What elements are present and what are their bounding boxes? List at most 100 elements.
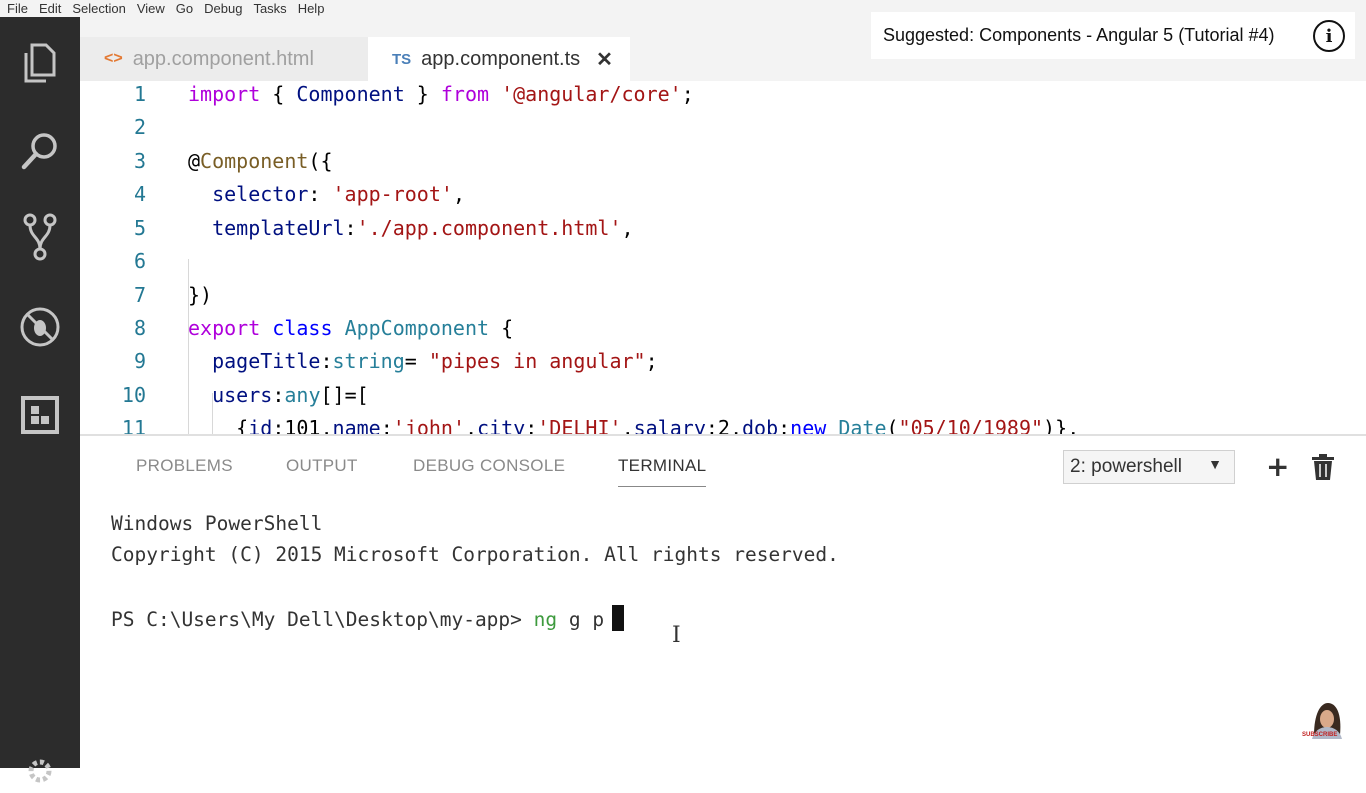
- code-token: Date: [838, 416, 887, 435]
- code-editor[interactable]: 1 import { Component } from '@angular/cor…: [80, 81, 1366, 435]
- code-token: name: [332, 416, 381, 435]
- code-line[interactable]: 8 export class AppComponent {: [80, 316, 1366, 350]
- code-token: {: [489, 316, 514, 340]
- trash-icon[interactable]: [1312, 454, 1336, 482]
- menu-view[interactable]: View: [137, 0, 165, 17]
- tab-label: app.component.html: [132, 47, 314, 70]
- code-token: :: [344, 216, 357, 240]
- code-token: '@angular/core': [501, 82, 682, 106]
- code-token: 'john': [392, 416, 465, 435]
- code-token: string: [332, 349, 405, 373]
- code-token: templateUrl: [212, 216, 345, 240]
- code-text: templateUrl:'./app.component.html',: [188, 216, 634, 240]
- new-terminal-button[interactable]: +: [1266, 452, 1289, 482]
- menu-tasks[interactable]: Tasks: [253, 0, 286, 17]
- menu-selection[interactable]: Selection: [72, 0, 125, 17]
- code-token: :2,: [705, 416, 742, 435]
- search-icon[interactable]: [18, 129, 62, 173]
- code-token: salary: [633, 416, 706, 435]
- code-text: export class AppComponent {: [188, 316, 513, 340]
- code-line[interactable]: 5 templateUrl:'./app.component.html',: [80, 216, 1366, 250]
- suggested-video-title: Suggested: Components - Angular 5 (Tutor…: [883, 25, 1275, 45]
- code-token: :: [778, 416, 791, 435]
- code-token: ;: [645, 349, 658, 373]
- source-control-icon[interactable]: [18, 213, 62, 261]
- code-token: ({: [308, 149, 333, 173]
- subscribe-avatar[interactable]: SUBSCRIBE: [1302, 699, 1346, 743]
- code-token: city: [477, 416, 526, 435]
- info-icon[interactable]: i: [1313, 20, 1345, 52]
- menu-help[interactable]: Help: [298, 0, 325, 17]
- extensions-icon[interactable]: [18, 393, 62, 437]
- debug-icon[interactable]: [18, 305, 62, 349]
- code-line[interactable]: 4 selector: 'app-root',: [80, 182, 1366, 216]
- line-number: 10: [121, 383, 146, 407]
- terminal-line: Windows PowerShell: [111, 512, 323, 535]
- terminal-cursor: [612, 605, 625, 631]
- code-token: any: [284, 383, 321, 407]
- code-token: Component: [296, 82, 405, 106]
- code-token: pageTitle: [212, 349, 321, 373]
- code-token: ,: [621, 216, 634, 240]
- code-token: []=[: [320, 383, 369, 407]
- code-text: @Component({: [188, 149, 333, 173]
- code-token: users: [212, 383, 273, 407]
- terminal-prompt: PS C:\Users\My Dell\Desktop\my-app>: [111, 608, 534, 631]
- code-token: :: [320, 349, 333, 373]
- code-line[interactable]: 3 @Component({: [80, 149, 1366, 183]
- menu-file[interactable]: File: [7, 0, 28, 17]
- code-token: import: [188, 82, 261, 106]
- code-token: new: [790, 416, 827, 435]
- line-number: 5: [133, 216, 146, 240]
- tab-debug-console[interactable]: DEBUG CONSOLE: [413, 456, 565, 476]
- code-token: "pipes in angular": [428, 349, 646, 373]
- line-number: 8: [133, 316, 146, 340]
- code-text: import { Component } from '@angular/core…: [188, 82, 694, 106]
- menu-debug[interactable]: Debug: [204, 0, 242, 17]
- code-token: @: [188, 149, 201, 173]
- gear-icon[interactable]: [18, 749, 62, 793]
- suggested-video-card[interactable]: Suggested: Components - Angular 5 (Tutor…: [871, 12, 1355, 59]
- code-line[interactable]: 10 users:any[]=[: [80, 383, 1366, 417]
- close-icon[interactable]: ✕: [596, 47, 613, 72]
- terminal-prompt-line[interactable]: PS C:\Users\My Dell\Desktop\my-app> ng g…: [111, 605, 625, 631]
- terminal-select-value: 2: powershell: [1070, 456, 1182, 477]
- tab-output[interactable]: OUTPUT: [286, 456, 358, 476]
- code-token: Component: [200, 149, 309, 173]
- code-token: dob: [741, 416, 779, 435]
- tab-terminal[interactable]: TERMINAL: [618, 456, 707, 487]
- tab-app-component-ts[interactable]: TS app.component.ts ✕: [368, 37, 630, 81]
- tab-problems[interactable]: PROBLEMS: [136, 456, 233, 476]
- code-line[interactable]: 2: [80, 115, 1366, 149]
- code-line[interactable]: 9 pageTitle:string= "pipes in angular";: [80, 349, 1366, 383]
- code-token: 'DELHI': [537, 416, 622, 435]
- code-token: :: [525, 416, 538, 435]
- code-token: :: [380, 416, 393, 435]
- code-line[interactable]: 1 import { Component } from '@angular/cor…: [80, 82, 1366, 116]
- explorer-icon[interactable]: [18, 41, 62, 85]
- code-text: selector: 'app-root',: [188, 182, 465, 206]
- activity-bar: [0, 17, 80, 783]
- tab-app-component-html[interactable]: <> app.component.html: [80, 37, 368, 81]
- menu-go[interactable]: Go: [176, 0, 193, 17]
- code-token: )},: [1043, 416, 1080, 435]
- line-number: 7: [133, 283, 146, 307]
- code-text: {id:101,name:'john',city:'DELHI',salary:…: [188, 416, 1079, 435]
- code-line[interactable]: 7}): [80, 283, 1366, 317]
- code-token: {: [188, 416, 249, 435]
- menu-edit[interactable]: Edit: [39, 0, 61, 17]
- code-text: users:any[]=[: [188, 383, 369, 407]
- code-token: "05/10/1989": [898, 416, 1044, 435]
- code-token: class: [272, 316, 333, 340]
- terminal-select[interactable]: 2: powershell ▼: [1063, 450, 1235, 484]
- code-token: from: [440, 82, 490, 106]
- code-line[interactable]: 6: [80, 249, 1366, 283]
- code-line[interactable]: 11 {id:101,name:'john',city:'DELHI',sala…: [80, 416, 1366, 435]
- line-number: 9: [133, 349, 146, 373]
